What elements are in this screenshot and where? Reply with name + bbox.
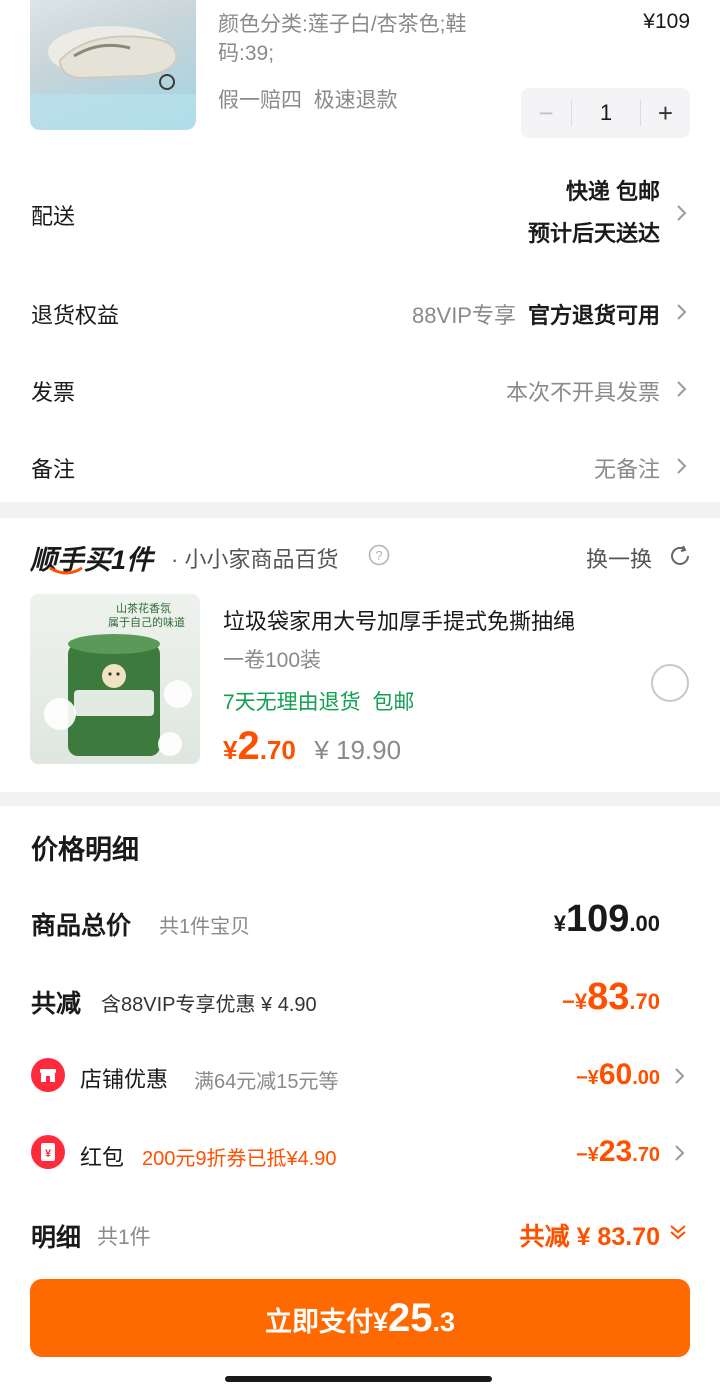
delivery-method: 快递 包邮 <box>565 179 660 204</box>
red-packet-value: −¥23.70 <box>576 1135 660 1169</box>
goods-total-int: 109 <box>566 898 630 940</box>
discount-dec: .70 <box>629 989 660 1014</box>
svg-text:?: ? <box>375 548 382 563</box>
discount-sub: 含88VIP专享优惠 ¥ 4.90 <box>101 994 317 1016</box>
goods-total-sub: 共1件宝贝 <box>159 916 251 938</box>
product-spec: 颜色分类:莲子白/杏茶色;鞋 码:39; <box>218 10 467 68</box>
shop-discount-symbol: −¥ <box>576 1067 599 1089</box>
chevron-right-icon <box>677 381 687 397</box>
pay-amount-int: 25 <box>388 1296 433 1340</box>
goods-total-value: ¥109.00 <box>554 898 660 941</box>
addon-card: 顺手买1件 · 小小家商品百货 ? 换一换 山茶花香氛 属于自己的味道 垃圾袋家… <box>0 518 720 792</box>
invoice-label: 发票 <box>31 380 76 405</box>
addon-image-text-line2: 属于自己的味道 <box>108 617 185 629</box>
detail-label: 明细 <box>31 1224 82 1252</box>
addon-original-price: ¥ 19.90 <box>314 735 402 765</box>
slipper-image <box>30 26 196 130</box>
chevron-right-icon <box>677 304 687 320</box>
svg-text:¥: ¥ <box>45 1148 52 1160</box>
goods-total-symbol: ¥ <box>553 911 566 936</box>
returns-value-text: 官方退货可用 <box>527 303 660 328</box>
delivery-label: 配送 <box>31 204 76 229</box>
chevron-right-icon <box>675 1068 685 1084</box>
addon-price-symbol: ¥ <box>223 735 238 765</box>
goods-total-label: 商品总价 <box>31 912 132 940</box>
home-indicator[interactable] <box>225 1376 492 1382</box>
red-packet-symbol: −¥ <box>576 1144 599 1166</box>
pay-label: 立即支付 <box>264 1307 373 1337</box>
shop-discount-sub: 满64元减15元等 <box>194 1071 339 1093</box>
product-thumbnail[interactable] <box>30 0 196 130</box>
smile-underline-icon <box>49 566 83 575</box>
product-spec-line1: 颜色分类:莲子白/杏茶色;鞋 <box>218 13 467 36</box>
note-label: 备注 <box>31 457 76 482</box>
addon-price: ¥2.70 ¥ 19.90 <box>223 724 401 769</box>
order-item-card: 颜色分类:莲子白/杏茶色;鞋 码:39; ¥109 假一赔四 极速退款 − 1 … <box>0 0 720 502</box>
discount-symbol: −¥ <box>562 989 588 1014</box>
detail-total: 共减 ¥ 83.70 <box>519 1223 660 1251</box>
chevron-right-icon <box>677 205 687 221</box>
pay-symbol: ¥ <box>372 1307 388 1337</box>
pay-amount-dec: .3 <box>432 1307 456 1337</box>
addon-subtitle: 一卷100装 <box>223 649 322 672</box>
product-price: ¥109 <box>643 10 690 33</box>
quantity-value[interactable]: 1 <box>572 88 640 138</box>
red-packet-icon: ¥ <box>31 1135 65 1169</box>
addon-select-radio[interactable] <box>651 664 689 702</box>
shop-discount-dec: .00 <box>632 1067 660 1089</box>
question-circle-icon[interactable]: ? <box>368 544 390 566</box>
addon-store: · 小小家商品百货 <box>171 547 339 572</box>
discount-label: 共减 <box>31 990 82 1018</box>
returns-vip-tag: 88VIP专享 <box>412 303 516 328</box>
delivery-eta: 预计后天送达 <box>527 221 660 246</box>
chevron-right-icon <box>677 458 687 474</box>
discount-value: −¥83.70 <box>562 976 660 1019</box>
price-detail-heading: 价格明细 <box>31 835 139 865</box>
shop-icon <box>31 1058 65 1092</box>
swap-label: 换一换 <box>586 547 653 572</box>
refresh-icon[interactable] <box>668 544 692 568</box>
product-spec-line2: 码:39; <box>218 42 275 65</box>
discount-int: 83 <box>587 976 630 1018</box>
swap-button[interactable]: 换一换 <box>586 542 652 574</box>
addon-title[interactable]: 垃圾袋家用大号加厚手提式免撕抽绳 <box>223 604 575 636</box>
increase-quantity-button[interactable]: + <box>641 88 690 138</box>
product-services: 假一赔四 极速退款 <box>218 89 398 112</box>
shop-discount-value: −¥60.00 <box>576 1058 660 1092</box>
addon-price-int: 2 <box>237 724 260 768</box>
addon-thumbnail[interactable]: 山茶花香氛 属于自己的味道 <box>30 594 200 764</box>
decrease-quantity-button[interactable]: − <box>521 88 571 138</box>
chevron-right-icon <box>675 1145 685 1161</box>
shop-discount-int: 60 <box>598 1058 633 1091</box>
red-packet-label: 红包 <box>80 1145 125 1170</box>
note-value: 无备注 <box>593 457 660 482</box>
addon-price-dec: .70 <box>259 735 296 765</box>
invoice-value: 本次不开具发票 <box>505 380 660 405</box>
red-packet-dec: .70 <box>632 1144 660 1166</box>
returns-label: 退货权益 <box>31 303 120 328</box>
goods-total-dec: .00 <box>629 911 660 936</box>
addon-benefits: 7天无理由退货 包邮 <box>223 691 415 714</box>
red-packet-sub: 200元9折券已抵¥4.90 <box>142 1148 337 1170</box>
quantity-stepper: − 1 + <box>521 88 690 138</box>
red-packet-int: 23 <box>598 1135 633 1168</box>
detail-sub: 共1件 <box>97 1226 151 1249</box>
pay-now-button[interactable]: 立即支付¥25.3 <box>30 1279 690 1357</box>
double-chevron-down-icon <box>670 1225 686 1240</box>
shop-discount-label: 店铺优惠 <box>80 1067 169 1092</box>
returns-value: 88VIP专享 官方退货可用 <box>412 298 660 330</box>
